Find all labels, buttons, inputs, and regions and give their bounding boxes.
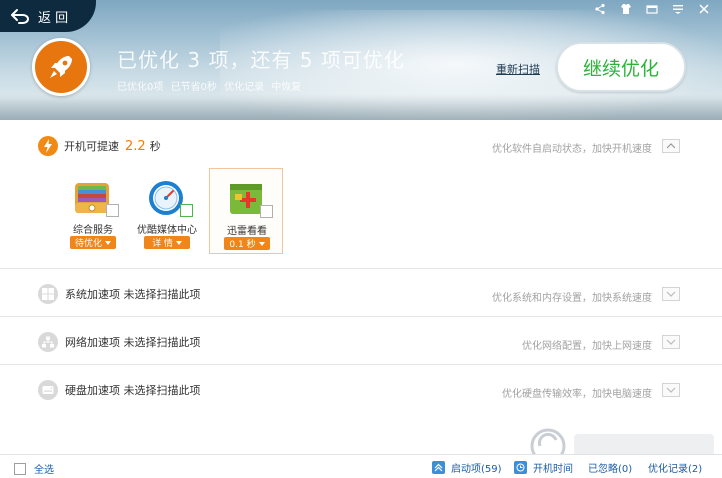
app-tile-service[interactable]: 综合服务 待优化 <box>56 168 130 254</box>
network-icon <box>38 332 58 352</box>
bolt-icon <box>38 136 58 156</box>
bottom-bar: 全选 启动项(59) 开机时间 已忽略(0) 优化记录(2) <box>0 454 722 478</box>
close-icon[interactable] <box>698 3 710 15</box>
divider <box>0 268 722 269</box>
rocket-icon <box>50 56 72 78</box>
boot-label: 开机可提速 <box>64 140 119 153</box>
headline: 已优化 3 项，还有 5 项可优化 <box>117 48 405 72</box>
disk-expand-toggle[interactable] <box>662 383 680 397</box>
app-status-tag[interactable]: 详 情 <box>144 236 190 249</box>
minimize-icon[interactable] <box>646 3 658 15</box>
app-status-label: 0.1 秒 <box>229 240 256 250</box>
boot-collapse-toggle[interactable] <box>662 139 680 153</box>
windows-icon <box>38 284 58 304</box>
header-banner: 返 回 已优化 3 项，还有 5 项可优化 已优化0项 已节省0秒 优化记录 中… <box>0 0 722 120</box>
summary-restore: 中恢复 <box>271 82 302 93</box>
continue-optimize-button[interactable]: 继续优化 <box>556 42 686 92</box>
app-status-label: 待优化 <box>74 239 102 249</box>
network-section-label: 网络加速项 未选择扫描此项 <box>65 336 201 349</box>
app-name: 综合服务 <box>73 225 113 236</box>
disk-section-header: 硬盘加速项 未选择扫描此项 <box>38 380 201 400</box>
disk-section-label: 硬盘加速项 未选择扫描此项 <box>65 384 201 397</box>
disk-hint: 优化硬盘传输效率，加快电脑速度 <box>502 389 652 400</box>
ignored-label: 已忽略(0) <box>588 464 633 475</box>
summary-line: 已优化0项 已节省0秒 优化记录 中恢复 <box>117 78 305 93</box>
back-label: 返 回 <box>38 10 69 26</box>
system-section-label: 系统加速项 未选择扫描此项 <box>65 288 201 301</box>
summary-saved: 已节省0秒 <box>170 82 217 93</box>
startup-icon <box>432 461 445 474</box>
app-status-label: 详 情 <box>152 239 173 249</box>
chevron-down-icon <box>666 291 676 297</box>
header-ground <box>0 94 722 120</box>
app-tile-youku[interactable]: 优酷媒体中心 详 情 <box>130 168 204 254</box>
chevron-up-icon <box>666 143 676 149</box>
chevron-down-icon <box>258 241 265 246</box>
boot-time-link[interactable]: 开机时间 <box>514 460 573 475</box>
divider <box>0 364 722 365</box>
window-controls <box>594 3 710 15</box>
summary-history[interactable]: 优化记录 <box>224 82 264 93</box>
boot-hint: 优化软件自启动状态，加快开机速度 <box>492 144 652 155</box>
back-button[interactable]: 返 回 <box>10 4 68 28</box>
summary-optimized: 已优化0项 <box>117 82 164 93</box>
history-label: 优化记录(2) <box>648 464 703 475</box>
back-area: 返 回 <box>0 0 96 32</box>
boot-time-value: 2.2 <box>125 138 146 154</box>
select-all-checkbox[interactable] <box>14 462 26 475</box>
system-hint: 优化系统和内存设置，加快系统速度 <box>492 293 652 304</box>
history-link[interactable]: 优化记录(2) <box>648 460 702 475</box>
back-arrow-icon <box>11 9 29 24</box>
app-tile-xunlei[interactable]: 迅雷看看 0.1 秒 <box>209 168 283 254</box>
chevron-down-icon <box>666 339 676 345</box>
app-name: 迅雷看看 <box>227 226 267 237</box>
rocket-badge <box>32 38 90 96</box>
disk-icon <box>38 380 58 400</box>
skin-icon[interactable] <box>620 3 632 15</box>
system-section-header: 系统加速项 未选择扫描此项 <box>38 284 201 304</box>
chevron-down-icon <box>105 240 111 245</box>
clock-icon <box>514 461 527 474</box>
system-expand-toggle[interactable] <box>662 287 680 301</box>
app-checkbox[interactable] <box>260 205 273 218</box>
ignored-link[interactable]: 已忽略(0) <box>588 460 632 475</box>
select-all-label: 全选 <box>34 465 54 476</box>
network-hint: 优化网络配置，加快上网速度 <box>522 341 652 352</box>
app-status-tag[interactable]: 待优化 <box>70 236 116 249</box>
chevron-down-icon <box>175 240 182 245</box>
chevron-down-icon <box>666 387 676 393</box>
startup-items-link[interactable]: 启动项(59) <box>432 460 502 475</box>
network-expand-toggle[interactable] <box>662 335 680 349</box>
boot-time-unit: 秒 <box>149 140 161 153</box>
app-checkbox[interactable] <box>106 204 119 217</box>
menu-icon[interactable] <box>672 3 684 15</box>
app-name: 优酷媒体中心 <box>137 225 197 236</box>
share-icon[interactable] <box>594 3 606 15</box>
startup-items-label: 启动项(59) <box>451 464 502 475</box>
select-all[interactable]: 全选 <box>14 461 54 476</box>
app-checkbox[interactable] <box>180 204 193 217</box>
app-status-tag[interactable]: 0.1 秒 <box>224 237 270 250</box>
boot-time-label: 开机时间 <box>533 464 573 475</box>
divider <box>0 316 722 317</box>
boot-section-header: 开机可提速 2.2 秒 <box>38 136 161 156</box>
network-section-header: 网络加速项 未选择扫描此项 <box>38 332 201 352</box>
rescan-link[interactable]: 重新扫描 <box>496 61 540 77</box>
